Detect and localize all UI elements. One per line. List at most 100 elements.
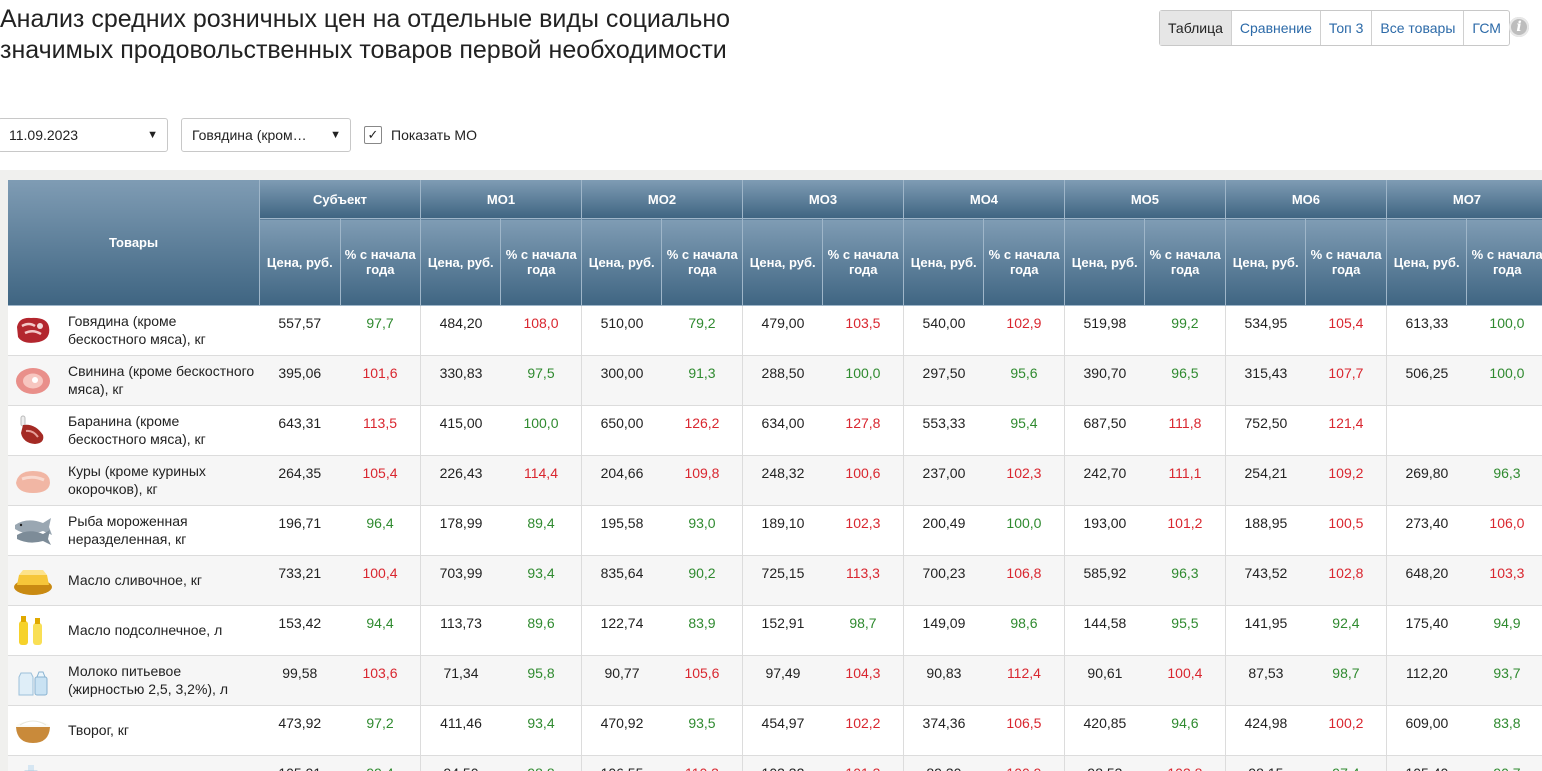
price-cell (1386, 405, 1467, 456)
pct-cell: 92,4 (1305, 605, 1387, 656)
table-row: Молоко питьевое (жирностью 2,5, 3,2%), л… (8, 655, 1542, 706)
price-cell: 473,92 (259, 705, 341, 756)
price-cell: 242,70 (1064, 455, 1145, 506)
pct-cell: 95,5 (1144, 605, 1226, 656)
price-cell: 112,20 (1386, 655, 1467, 706)
pct-cell: 90,2 (661, 555, 743, 606)
pct-cell: 102,9 (983, 305, 1065, 356)
pct-cell: 94,6 (1144, 705, 1226, 756)
milk-icon (13, 663, 53, 697)
price-header: Цена, руб. (1386, 218, 1468, 306)
price-cell: 510,00 (581, 305, 662, 356)
pct-cell: 108,0 (500, 305, 582, 356)
pct-cell: 100,0 (1466, 305, 1542, 356)
price-header: Цена, руб. (742, 218, 824, 306)
tab-comparison[interactable]: Сравнение (1230, 11, 1320, 45)
prices-table: Товары Субъект МО1 МО2 МО3 МО4 МО5 МО6 МО7 Цена, … (8, 180, 1542, 771)
pct-cell: 106,8 (983, 555, 1065, 606)
date-select[interactable]: 11.09.2023 ▼ (0, 118, 168, 152)
tab-table[interactable]: Таблица (1160, 11, 1231, 45)
pct-cell: 89,6 (500, 605, 582, 656)
goods-cell: Свинина (кроме бескостного мяса), кг (8, 355, 260, 406)
price-cell: 700,23 (903, 555, 984, 606)
price-cell: 269,80 (1386, 455, 1467, 506)
price-cell: 585,92 (1064, 555, 1145, 606)
price-cell: 178,99 (420, 505, 501, 556)
pct-cell: 113,3 (822, 555, 904, 606)
price-cell: 175,40 (1386, 605, 1467, 656)
price-cell: 105,40 (1386, 755, 1467, 771)
pct-cell: 79,2 (661, 305, 743, 356)
pct-cell: 93,5 (661, 705, 743, 756)
tab-all-goods[interactable]: Все товары (1371, 11, 1463, 45)
pct-cell: 94,9 (1466, 605, 1542, 656)
price-cell: 204,66 (581, 455, 662, 506)
pct-cell: 93,4 (500, 555, 582, 606)
price-cell: 484,20 (420, 305, 501, 356)
price-cell: 97,49 (742, 655, 823, 706)
pct-cell: 96,4 (340, 505, 422, 556)
pct-cell: 93,7 (1466, 655, 1542, 706)
price-cell: 193,00 (1064, 505, 1145, 556)
group-header: МО4 (903, 180, 1065, 219)
pct-cell: 102,8 (1305, 555, 1387, 606)
product-select[interactable]: Говядина (кром… ▼ (181, 118, 351, 152)
pct-cell: 95,8 (500, 655, 582, 706)
pct-cell: 106,0 (1466, 505, 1542, 556)
pct-cell: 99,2 (1144, 305, 1226, 356)
caret-down-icon: ▼ (330, 129, 341, 141)
pct-cell: 100,6 (822, 455, 904, 506)
price-cell: 411,46 (420, 705, 501, 756)
goods-cell: Кефир, л (8, 755, 260, 771)
info-icon[interactable]: i (1509, 17, 1529, 37)
pct-cell: 100,5 (1305, 505, 1387, 556)
price-cell: 643,31 (259, 405, 341, 456)
pct-cell: 121,4 (1305, 405, 1387, 456)
pct-cell: 111,8 (1144, 405, 1226, 456)
price-cell: 315,43 (1225, 355, 1306, 406)
group-header: МО7 (1386, 180, 1542, 219)
pct-cell: 93,4 (500, 705, 582, 756)
price-cell: 144,58 (1064, 605, 1145, 656)
price-cell: 152,91 (742, 605, 823, 656)
pct-cell: 90,7 (1466, 755, 1542, 771)
tab-top3[interactable]: Топ 3 (1319, 11, 1372, 45)
pct-cell (1466, 405, 1542, 456)
pct-cell: 106,5 (983, 705, 1065, 756)
price-header: Цена, руб. (581, 218, 663, 306)
price-cell: 420,85 (1064, 705, 1145, 756)
group-header: МО3 (742, 180, 904, 219)
price-cell: 98,53 (1064, 755, 1145, 771)
show-mo-checkbox[interactable]: ✓ (364, 126, 382, 144)
price-cell: 703,99 (420, 555, 501, 606)
pct-cell: 99,4 (340, 755, 422, 771)
table-row: Куры (кроме куриных окорочков), кг 264,3… (8, 455, 1542, 506)
goods-name: Говядина (кроме бескостного мяса), кг (68, 313, 206, 347)
butter-icon (13, 563, 53, 597)
price-cell: 106,55 (581, 755, 662, 771)
goods-cell: Говядина (кроме бескостного мяса), кг (8, 305, 260, 356)
pct-cell: 95,6 (983, 355, 1065, 406)
price-cell: 613,33 (1386, 305, 1467, 356)
price-cell: 264,35 (259, 455, 341, 506)
price-cell: 752,50 (1225, 405, 1306, 456)
pct-cell: 103,8 (1144, 755, 1226, 771)
pct-cell: 96,5 (1144, 355, 1226, 406)
pct-cell: 100,0 (822, 355, 904, 406)
table-row: Баранина (кроме бескостного мяса), кг 64… (8, 405, 1542, 456)
price-cell: 90,77 (581, 655, 662, 706)
table-row: Свинина (кроме бескостного мяса), кг 395… (8, 355, 1542, 406)
price-cell: 105,91 (259, 755, 341, 771)
tab-fuel[interactable]: ГСМ (1463, 11, 1509, 45)
show-mo-toggle[interactable]: ✓ Показать МО (364, 126, 477, 144)
pct-cell: 112,4 (983, 655, 1065, 706)
pct-cell: 103,3 (1466, 555, 1542, 606)
goods-cell: Баранина (кроме бескостного мяса), кг (8, 405, 260, 456)
pct-cell: 97,5 (500, 355, 582, 406)
goods-name: Молоко питьевое (жирностью 2,5, 3,2%), л (68, 663, 229, 697)
goods-name: Свинина (кроме бескостного мяса), кг (68, 363, 255, 397)
pct-cell: 102,2 (822, 705, 904, 756)
price-cell: 743,52 (1225, 555, 1306, 606)
caret-down-icon: ▼ (147, 129, 158, 141)
price-cell: 470,92 (581, 705, 662, 756)
